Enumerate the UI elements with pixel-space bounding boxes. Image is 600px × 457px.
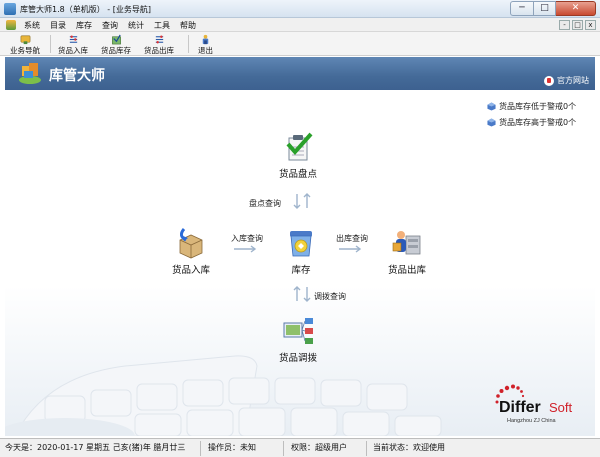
toolbar-label: 货品库存 [101,46,131,55]
delivery-person-icon [392,231,421,255]
stock-out-label: 货品出库 [388,265,427,276]
check-query-link[interactable]: 盘点查询 [249,198,281,209]
status-date: 今天是：2020-01-17 星期五 己亥(猪)年 腊月廿三 [5,443,186,452]
mdi-restore-button[interactable]: □ [572,20,583,30]
stock-in-icon [69,35,77,43]
status-separator [200,441,201,456]
menu-bar: 系统 目录 库存 查询 统计 工具 帮助 - □ x [0,18,600,32]
stock-out-node[interactable]: 货品出库 [388,226,426,276]
menu-items: 系统 目录 库存 查询 统计 工具 帮助 [24,20,206,31]
vertical-double-arrow-icon [293,193,311,209]
warehouse-bin-icon [290,231,312,257]
mdi-controls: - □ x [557,20,596,30]
inventory-icon [111,34,121,45]
maximize-button[interactable]: □ [534,1,556,16]
menu-help[interactable]: 帮助 [180,20,196,31]
brand-name-a: Differ [499,399,541,416]
toolbar-navigation-button[interactable]: 业务导航 [10,34,40,56]
inventory-node[interactable]: 库存 [284,226,318,276]
menu-query[interactable]: 查询 [102,20,118,31]
window-controls: ─ □ ✕ [510,1,596,17]
app-logo-icon [19,63,41,84]
cube-icon [487,118,496,127]
toolbar-stock-in-button[interactable]: 货品入库 [58,34,88,56]
inventory-label: 库存 [291,265,311,276]
stock-check-node[interactable]: 货品盘点 [279,130,317,180]
home-icon [544,75,554,86]
navigation-icon [20,35,30,45]
status-permission: 权限：超级用户 [291,443,347,452]
transfer-network-icon [283,318,313,344]
menu-tools[interactable]: 工具 [154,20,170,31]
status-separator [366,441,367,456]
mdi-minimize-button[interactable]: - [559,20,570,30]
status-state: 当前状态：欢迎使用 [373,443,445,452]
stock-out-icon [155,35,163,44]
official-site-label: 官方网站 [557,76,589,85]
in-query-link[interactable]: 入库查询 [231,233,263,244]
vertical-double-arrow-icon [293,286,311,302]
cube-icon [487,102,496,111]
low-stock-alert[interactable]: 货品库存低于警戒0个 [487,101,576,112]
high-stock-alert-text: 货品库存高于警戒0个 [499,118,577,127]
title-bar: 库管大师1.8（单机版） - [业务导航] ─ □ ✕ [0,0,600,18]
checklist-icon [286,132,313,161]
status-operator: 操作员：未知 [208,443,256,452]
right-arrow-icon [339,245,362,253]
toolbar-label: 货品出库 [144,46,174,55]
box-in-icon [179,228,203,259]
mdi-close-button[interactable]: x [585,20,596,30]
navigation-panel: 货品库存低于警戒0个 货品库存高于警戒0个 货品盘点 货品入库 库存 货品出库 … [5,90,595,436]
brand-name-b: Soft [549,400,573,415]
brand-tagline: Hangzhou ZJ China [507,418,557,424]
toolbar-stock-out-button[interactable]: 货品出库 [144,34,174,56]
toolbar-separator [188,35,189,53]
menu-catalog[interactable]: 目录 [50,20,66,31]
stock-in-label: 货品入库 [172,265,211,276]
toolbar: 业务导航 货品入库 货品库存 货品出库 退出 [0,32,600,56]
minimize-button[interactable]: ─ [510,1,534,16]
stock-in-node[interactable]: 货品入库 [172,226,210,276]
toolbar-label: 退出 [198,46,213,55]
high-stock-alert[interactable]: 货品库存高于警戒0个 [487,117,576,128]
right-arrow-icon [234,245,257,253]
official-site-link[interactable]: 官方网站 [544,75,589,86]
toolbar-inventory-button[interactable]: 货品库存 [101,34,131,56]
transfer-label: 货品调拨 [279,353,318,364]
banner-title: 库管大师 [49,68,105,84]
app-icon [4,3,16,15]
toolbar-separator [50,35,51,53]
close-button[interactable]: ✕ [556,1,596,16]
window-title: 库管大师1.8（单机版） - [业务导航] [20,5,151,14]
menu-inventory[interactable]: 库存 [76,20,92,31]
out-query-link[interactable]: 出库查询 [336,233,368,244]
differsoft-logo: Differ Soft Hangzhou ZJ China [495,384,573,424]
stock-check-label: 货品盘点 [279,169,318,180]
transfer-node[interactable]: 货品调拨 [279,314,317,364]
low-stock-alert-text: 货品库存低于警戒0个 [499,102,577,111]
transfer-query-link[interactable]: 调拨查询 [314,291,346,302]
document-icon [6,20,16,30]
exit-icon [202,34,209,45]
toolbar-label: 货品入库 [58,46,88,55]
banner: 库管大师 官方网站 [5,57,595,90]
status-separator [283,441,284,456]
menu-system[interactable]: 系统 [24,20,40,31]
toolbar-exit-button[interactable]: 退出 [198,34,213,56]
toolbar-label: 业务导航 [10,46,40,55]
menu-statistics[interactable]: 统计 [128,20,144,31]
status-bar: 今天是：2020-01-17 星期五 己亥(猪)年 腊月廿三 操作员：未知 权限… [0,438,600,457]
